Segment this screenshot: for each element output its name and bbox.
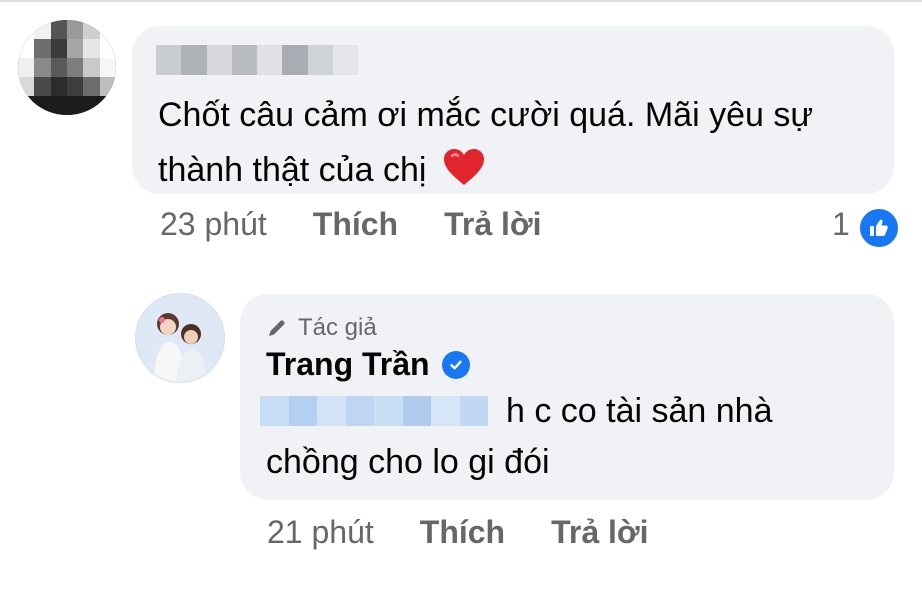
- avatar[interactable]: [135, 293, 225, 383]
- comment-text: Chốt câu cảm ơi mắc cười quá. Mãi yêu sự…: [158, 88, 858, 198]
- avatar-blurred[interactable]: [18, 20, 116, 115]
- comment-actions: 23 phút Thích Trả lời: [160, 206, 542, 243]
- reaction-count[interactable]: 1: [832, 206, 850, 243]
- reply-actions: 21 phút Thích Trả lời: [267, 514, 649, 551]
- comment-timestamp[interactable]: 23 phút: [160, 206, 267, 243]
- like-button[interactable]: Thích: [420, 514, 505, 551]
- pencil-icon: [269, 320, 285, 336]
- author-name-blurred[interactable]: [156, 45, 358, 75]
- avatar-photo-icon: [136, 294, 224, 382]
- divider: [0, 0, 922, 2]
- heart-emoji-icon: [443, 149, 484, 185]
- comment-bubble: Chốt câu cảm ơi mắc cười quá. Mãi yêu sự…: [132, 26, 894, 194]
- reply-text-line-1: h c co tài sản nhà: [506, 392, 773, 430]
- author-name[interactable]: Trang Trần: [266, 346, 430, 383]
- pixelated-avatar-image: [18, 20, 116, 115]
- reply-bubble: Tác giả Trang Trần h c co tài sản nhà ch…: [240, 294, 894, 500]
- reply-button[interactable]: Trả lời: [551, 514, 648, 551]
- reply-text-line-2: chồng cho lo gi đói: [266, 443, 550, 481]
- like-thumbs-up-icon[interactable]: [858, 207, 900, 249]
- reply-author: Trang Trần: [266, 346, 470, 383]
- comment-thread: Chốt câu cảm ơi mắc cười quá. Mãi yêu sự…: [0, 0, 922, 598]
- reply-button[interactable]: Trả lời: [444, 206, 541, 243]
- verified-checkmark-icon: [441, 350, 470, 379]
- author-tag-label: Tác giả: [298, 314, 377, 341]
- reply-timestamp[interactable]: 21 phút: [267, 514, 374, 551]
- author-tag: Tác giả: [266, 314, 377, 342]
- like-button[interactable]: Thích: [313, 206, 398, 243]
- mention-blurred[interactable]: [260, 396, 488, 426]
